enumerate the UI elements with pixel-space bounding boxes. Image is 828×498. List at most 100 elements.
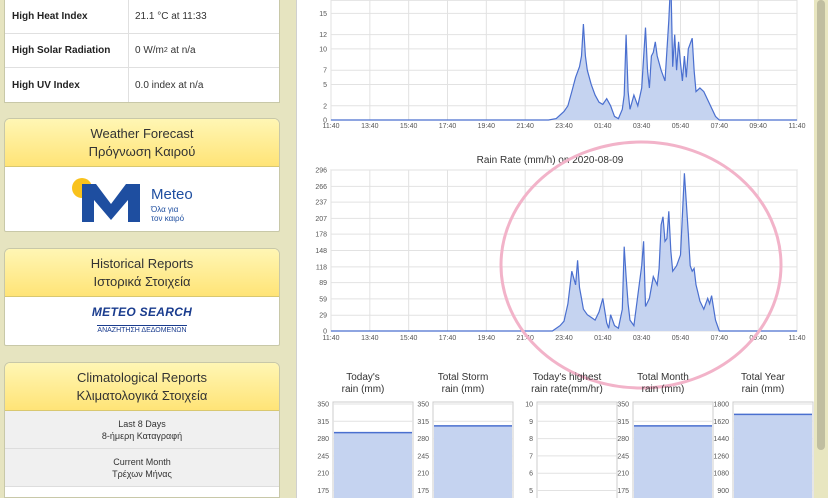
y-tick-label: 296 bbox=[315, 168, 327, 175]
rain-gauge-1: Today'srain (mm) 350 315 280 245 210 175 bbox=[317, 372, 414, 498]
record-label: High Solar Radiation bbox=[12, 45, 111, 56]
rain-gauge-4: Total Monthrain (mm) 350 315 280 245 210 175 bbox=[617, 372, 714, 498]
gauge-fill bbox=[334, 432, 412, 498]
gauge-tick-label: 1260 bbox=[713, 453, 729, 460]
gauge-tick-label: 350 bbox=[417, 402, 429, 409]
gauge-tick-label: 280 bbox=[317, 436, 329, 443]
y-tick-label: 2 bbox=[323, 103, 327, 110]
records-table: High Heat Index 21.1 °C at 11:33 High So… bbox=[4, 0, 280, 103]
y-tick-label: 12 bbox=[319, 32, 327, 39]
y-tick-label: 29 bbox=[319, 313, 327, 320]
x-tick-label: 17:40 bbox=[439, 123, 457, 130]
meteo-search-logo[interactable]: METEO SEARCH ΑΝΑΖΗΤΗΣΗ ΔΕΔΟΜΕΝΩΝ bbox=[92, 305, 192, 337]
report-link-label-gr: Τρέχων Μήνας bbox=[112, 469, 172, 479]
gauge-tick-label: 210 bbox=[617, 471, 629, 478]
x-tick-label: 23:40 bbox=[555, 335, 573, 342]
meteo-logo[interactable]: Meteo Όλα για τον καιρό bbox=[72, 174, 212, 224]
gauge-tick-label: 1620 bbox=[713, 419, 729, 426]
x-tick-label: 13:40 bbox=[361, 335, 379, 342]
main-content: 0 2 5 7 10 12 15 11:40 13:40 15:40 17:40 19:40 21:40… bbox=[296, 0, 814, 498]
gauge-tick-label: 1800 bbox=[713, 402, 729, 409]
gauge-title: Total Storm bbox=[438, 372, 489, 383]
meteo-link[interactable]: Meteo Όλα για τον καιρό bbox=[5, 167, 279, 230]
climatological-reports-panel: Climatological Reports Κλιματολογικά Στο… bbox=[4, 362, 280, 498]
report-link-current-month[interactable]: Current Month Τρέχων Μήνας bbox=[5, 449, 279, 487]
y-tick-label: 5 bbox=[323, 82, 327, 89]
record-value-main: 0 W/m bbox=[135, 45, 164, 56]
gauge-tick-label: 245 bbox=[417, 453, 429, 460]
x-tick-label: 21:40 bbox=[516, 123, 534, 130]
weather-forecast-panel: Weather Forecast Πρόγνωση Καιρού Meteo Ό… bbox=[4, 118, 280, 232]
gauge-frame bbox=[536, 401, 618, 498]
gauge-tick-label: 210 bbox=[417, 471, 429, 478]
gauge-fill bbox=[734, 414, 812, 498]
x-tick-label: 11:40 bbox=[789, 335, 806, 342]
record-value-tail: at n/a bbox=[167, 45, 196, 56]
gauge-tick-label: 6 bbox=[529, 471, 533, 478]
scrollbar-thumb[interactable] bbox=[817, 0, 825, 450]
rain-gauge-2: Total Stormrain (mm) 350 315 280 245 210 175 bbox=[417, 372, 514, 498]
meteo-search-link[interactable]: METEO SEARCH ΑΝΑΖΗΤΗΣΗ ΔΕΔΟΜΕΝΩΝ bbox=[5, 297, 279, 345]
climatological-reports-header: Climatological Reports Κλιματολογικά Στο… bbox=[5, 363, 279, 411]
weather-forecast-title-gr: Πρόγνωση Καιρού bbox=[88, 144, 196, 159]
gauge-tick-label: 350 bbox=[617, 402, 629, 409]
weather-forecast-header: Weather Forecast Πρόγνωση Καιρού bbox=[5, 119, 279, 167]
gauge-fill bbox=[634, 425, 712, 498]
record-row: High Solar Radiation 0 W/m 2 at n/a bbox=[5, 34, 279, 68]
gauge-tick-label: 10 bbox=[525, 402, 533, 409]
gauge-subtitle: rain (mm) bbox=[442, 384, 485, 395]
gauge-tick-label: 315 bbox=[617, 419, 629, 426]
x-tick-label: 19:40 bbox=[478, 335, 496, 342]
record-value: 0 W/m 2 at n/a bbox=[128, 34, 279, 67]
x-tick-label: 03:40 bbox=[633, 123, 651, 130]
charts-area: 025710121511:40 13:40 15:40 17:40 19:40 21:40… bbox=[315, 0, 814, 498]
meteo-m-icon bbox=[82, 183, 140, 222]
x-tick-label: 05:40 bbox=[672, 335, 690, 342]
record-value: 0.0 index at n/a bbox=[128, 68, 279, 102]
report-link-last-8-days[interactable]: Last 8 Days 8-ήμερη Καταγραφή bbox=[5, 411, 279, 449]
y-tick-label: 237 bbox=[315, 200, 327, 207]
x-tick-label: 03:40 bbox=[633, 335, 651, 342]
record-value: 21.1 °C at 11:33 bbox=[128, 0, 279, 33]
vertical-scrollbar[interactable] bbox=[814, 0, 828, 498]
gauge-tick-label: 175 bbox=[417, 488, 429, 495]
x-tick-label: 09:40 bbox=[749, 123, 767, 130]
gauge-title: Total Year bbox=[741, 372, 786, 383]
y-tick-label: 178 bbox=[315, 232, 327, 239]
y-tick-label: 10 bbox=[319, 46, 327, 53]
y-tick-label: 148 bbox=[315, 248, 327, 255]
record-label: High UV Index bbox=[12, 79, 80, 91]
gauge-tick-label: 175 bbox=[617, 488, 629, 495]
rain-gauge-5: Total Yearrain (mm) 1800 1620 1440 1260 1080 9… bbox=[713, 372, 814, 498]
gauge-subtitle: rain (mm) bbox=[342, 384, 385, 395]
x-tick-label: 11:40 bbox=[323, 335, 340, 342]
x-tick-label: 15:40 bbox=[400, 123, 418, 130]
gauge-tick-label: 280 bbox=[617, 436, 629, 443]
climatological-reports-title: Climatological Reports bbox=[76, 370, 208, 385]
x-tick-label: 17:40 bbox=[439, 335, 457, 342]
x-tick-label: 19:40 bbox=[478, 123, 496, 130]
weather-forecast-title: Weather Forecast bbox=[90, 126, 194, 141]
historical-reports-title-gr: Ιστορικά Στοιχεία bbox=[93, 274, 191, 289]
gauge-tick-label: 315 bbox=[417, 419, 429, 426]
historical-reports-header: Historical Reports Ιστορικά Στοιχεία bbox=[5, 249, 279, 297]
gauge-tick-label: 280 bbox=[417, 436, 429, 443]
y-tick-label: 118 bbox=[316, 264, 327, 271]
gauge-tick-label: 175 bbox=[317, 488, 329, 495]
meteo-logo-sub-line1: Όλα για bbox=[151, 204, 179, 214]
meteo-logo-name: Meteo bbox=[151, 185, 193, 203]
record-label: High Heat Index bbox=[12, 11, 88, 22]
x-tick-label: 23:40 bbox=[555, 123, 573, 130]
gauge-title: Today's bbox=[346, 372, 380, 383]
report-link-label: Current Month bbox=[113, 457, 171, 467]
y-tick-label: 7 bbox=[323, 68, 327, 75]
historical-reports-panel: Historical Reports Ιστορικά Στοιχεία MET… bbox=[4, 248, 280, 346]
report-link-label-gr: 8-ήμερη Καταγραφή bbox=[101, 431, 183, 441]
chart-1: 025710121511:40 13:40 15:40 17:40 19:40 21:40… bbox=[319, 0, 806, 130]
gauge-tick-label: 8 bbox=[529, 436, 533, 443]
y-tick-label: 266 bbox=[315, 184, 327, 191]
gauge-tick-label: 5 bbox=[529, 488, 533, 495]
x-tick-label: 11:40 bbox=[323, 123, 340, 130]
record-row: High Heat Index 21.1 °C at 11:33 bbox=[5, 0, 279, 34]
gauge-subtitle: rain (mm) bbox=[642, 384, 685, 395]
